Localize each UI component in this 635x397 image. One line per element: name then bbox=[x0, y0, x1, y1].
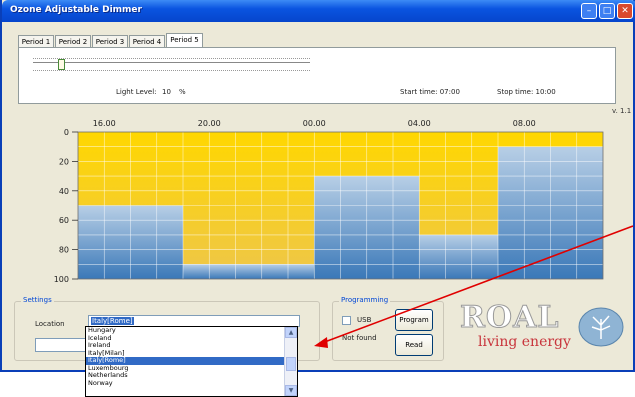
annotation-arrow bbox=[321, 225, 634, 344]
annotation-arrow-head-icon bbox=[314, 337, 328, 348]
annotation-overlay bbox=[314, 225, 634, 348]
